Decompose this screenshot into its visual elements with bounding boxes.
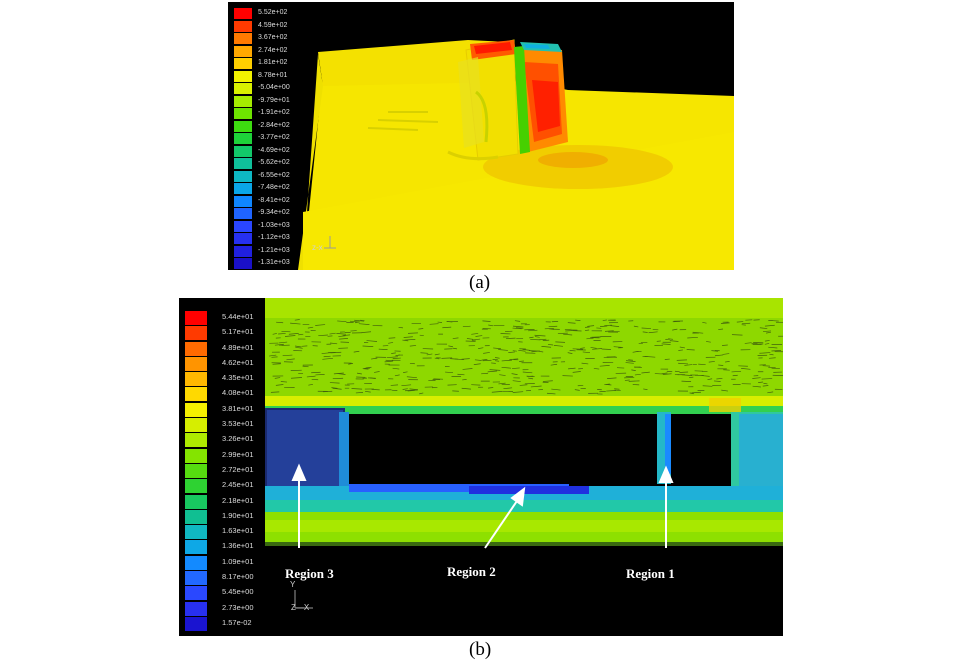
region-2-label: Region 2 [447, 564, 496, 579]
contour-plot-a: 5.52e+02 4.59e+02 3.67e+02 2.74e+02 1.81e+02… [228, 2, 734, 270]
region-1-label: Region 1 [626, 566, 675, 581]
pressure-field-a [298, 39, 734, 270]
axis-y-label: Y [290, 580, 296, 589]
figure-caption-b: (b) [469, 639, 492, 660]
vector-plot-b: 5.44e+01 5.17e+01 4.89e+01 4.62e+01 4.35e+01… [179, 298, 783, 636]
axes-triad-label: z-x [312, 243, 323, 252]
axis-zx-label: Z—X [291, 603, 310, 612]
velocity-field-b [265, 298, 783, 609]
figure-caption-a: (a) [469, 272, 491, 293]
